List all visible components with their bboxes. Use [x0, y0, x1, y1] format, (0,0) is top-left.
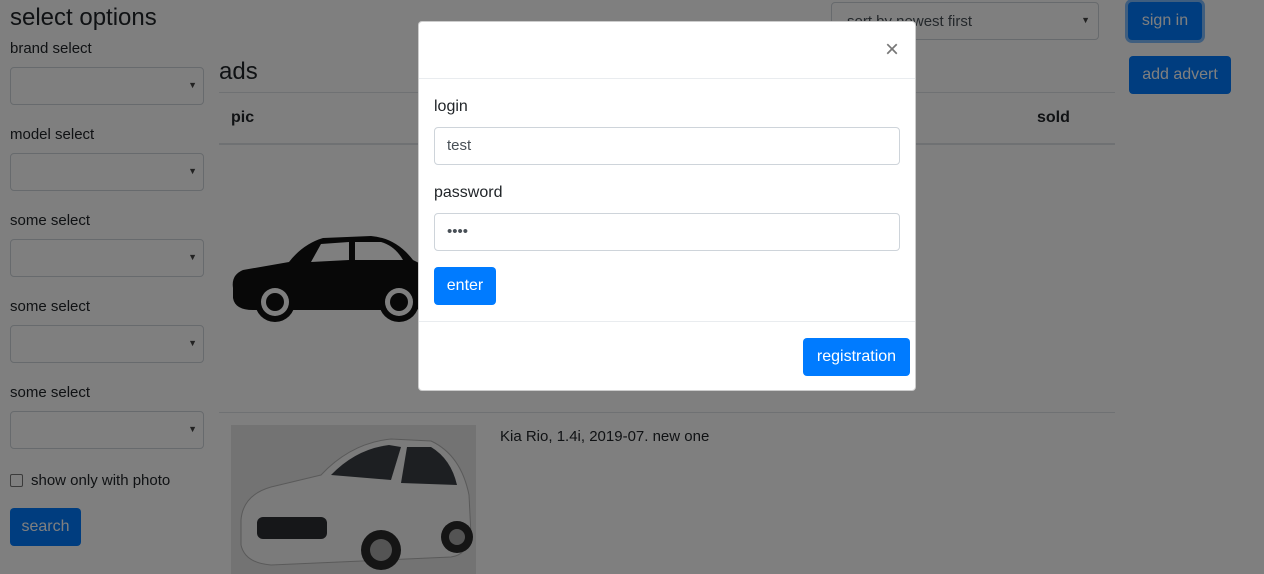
login-input-value: test — [447, 137, 472, 154]
password-label: password — [434, 184, 503, 201]
login-label: login — [434, 98, 468, 115]
password-input-value: •••• — [447, 223, 469, 240]
registration-button[interactable]: registration — [803, 338, 910, 376]
password-input[interactable]: •••• — [434, 213, 900, 251]
page: select options brand select ▼ model sele… — [0, 0, 1264, 574]
login-modal: × login test password •••• enter registr… — [418, 21, 916, 391]
enter-button[interactable]: enter — [434, 267, 496, 305]
close-icon[interactable]: × — [885, 38, 899, 62]
modal-header: × — [419, 22, 915, 79]
login-input[interactable]: test — [434, 127, 900, 165]
modal-footer: registration — [419, 321, 915, 392]
